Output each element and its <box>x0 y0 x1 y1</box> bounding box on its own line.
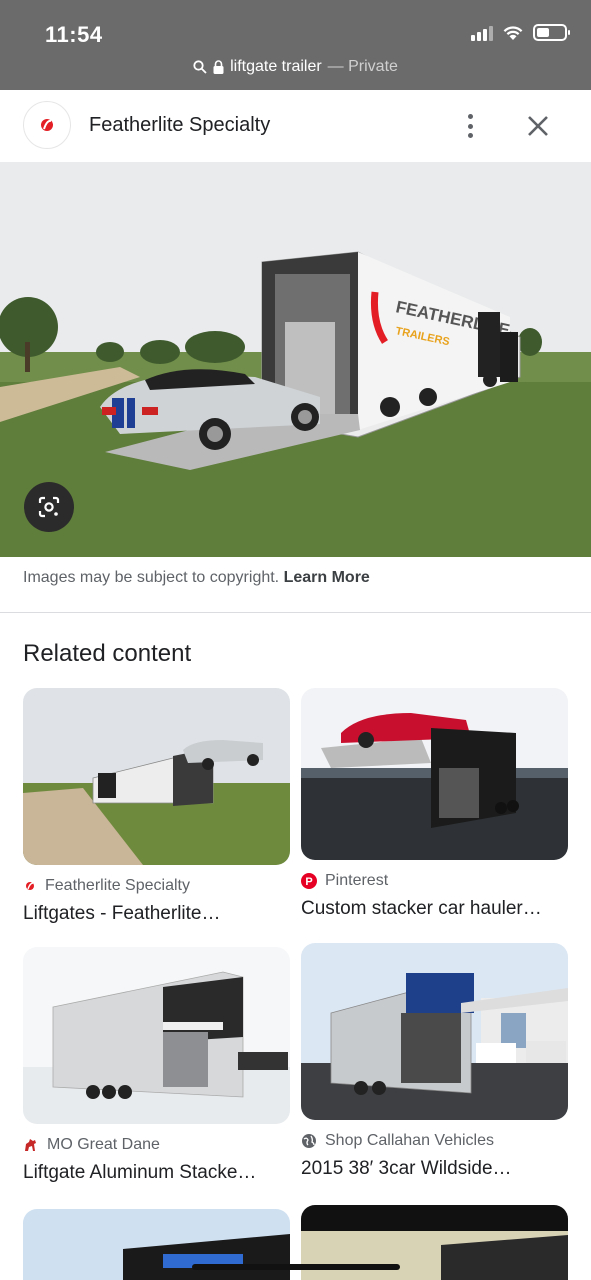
url-bar[interactable]: liftgate trailer — Private <box>0 58 591 76</box>
close-icon[interactable] <box>524 112 552 140</box>
svg-text:P: P <box>305 876 312 888</box>
private-label: — Private <box>327 58 398 75</box>
copyright-text: Images may be subject to copyright. <box>23 569 280 586</box>
battery-icon <box>533 24 570 41</box>
divider <box>0 612 591 613</box>
card-thumbnail[interactable] <box>23 688 290 865</box>
card-source[interactable]: Shop Callahan Vehicles <box>301 1132 568 1150</box>
card-caption[interactable]: Liftgate Aluminum Stacke… <box>23 1162 290 1184</box>
copyright-notice: Images may be subject to copyright. Lear… <box>23 569 370 587</box>
globe-icon <box>302 1134 316 1148</box>
source-header: Featherlite Specialty <box>0 90 591 162</box>
pinterest-logo: P <box>301 873 317 889</box>
card-source[interactable]: Featherlite Specialty <box>23 877 290 895</box>
google-lens-icon <box>38 496 60 518</box>
related-card[interactable]: MO Great Dane Liftgate Aluminum Stacke… <box>23 947 290 1184</box>
source-title[interactable]: Featherlite Specialty <box>89 114 270 137</box>
status-time: 11:54 <box>45 22 103 47</box>
card-thumbnail[interactable] <box>301 688 568 860</box>
lens-search-button[interactable] <box>24 482 74 532</box>
card-source-name: MO Great Dane <box>47 1136 160 1153</box>
card-thumbnail[interactable] <box>23 947 290 1124</box>
url-query: liftgate trailer <box>230 58 322 75</box>
main-image[interactable]: FEATHERLITE TRAILERS <box>0 162 591 557</box>
card-source-name: Pinterest <box>325 872 389 889</box>
home-indicator[interactable] <box>192 1264 400 1270</box>
great-dane-logo <box>25 1139 36 1151</box>
search-icon <box>193 60 207 74</box>
related-content-heading: Related content <box>23 640 192 667</box>
card-source[interactable]: P Pinterest <box>301 872 568 890</box>
more-options-icon[interactable] <box>460 112 480 140</box>
wifi-icon <box>503 25 523 40</box>
cell-signal-icon <box>471 25 493 41</box>
featherlite-logo <box>26 882 34 890</box>
lock-icon <box>213 60 224 74</box>
card-source[interactable]: MO Great Dane <box>23 1136 290 1154</box>
card-caption[interactable]: Liftgates - Featherlite… <box>23 903 290 925</box>
card-caption[interactable]: Custom stacker car hauler… <box>301 898 568 920</box>
browser-top-bar: 11:54 liftgate trailer — Private <box>0 0 591 90</box>
card-caption[interactable]: 2015 38′ 3car Wildside… <box>301 1158 568 1180</box>
related-card[interactable]: P Pinterest Custom stacker car hauler… <box>301 688 568 920</box>
learn-more-link[interactable]: Learn More <box>284 569 370 586</box>
featherlite-logo[interactable] <box>23 101 71 149</box>
card-thumbnail[interactable] <box>301 943 568 1120</box>
card-source-name: Featherlite Specialty <box>45 877 190 894</box>
related-card[interactable]: Featherlite Specialty Liftgates - Feathe… <box>23 688 290 925</box>
card-source-name: Shop Callahan Vehicles <box>325 1132 495 1149</box>
status-icons <box>471 24 570 41</box>
related-card[interactable]: Shop Callahan Vehicles 2015 38′ 3car Wil… <box>301 943 568 1180</box>
